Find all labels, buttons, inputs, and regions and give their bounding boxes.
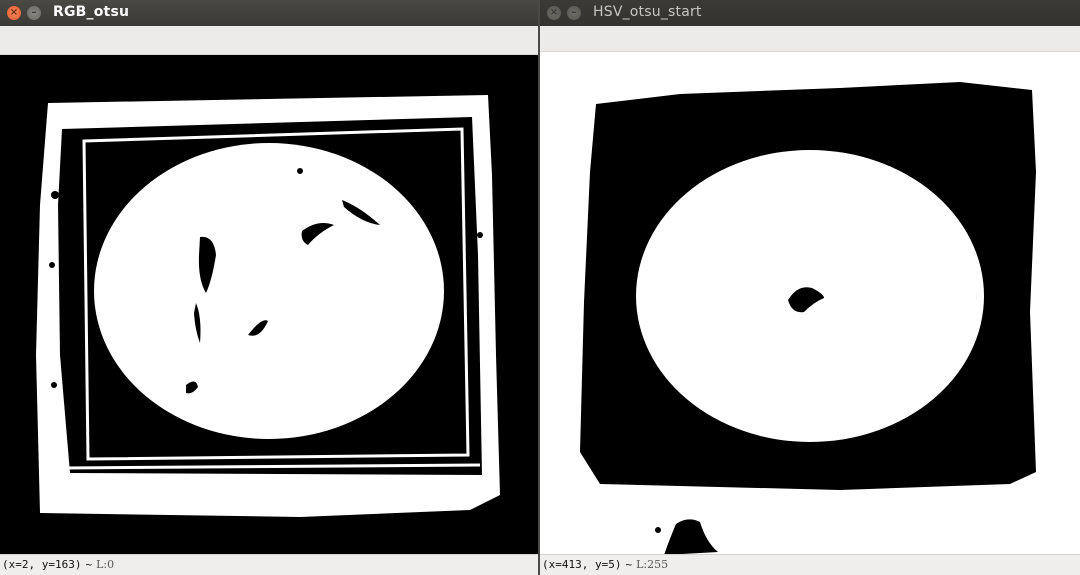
- image-canvas[interactable]: [540, 52, 1080, 555]
- window-title: HSV_otsu_start: [593, 4, 702, 20]
- rgb-otsu-mask-image: [0, 55, 538, 555]
- status-pixel-value: L:0: [96, 558, 115, 571]
- titlebar[interactable]: × – HSV_otsu_start: [540, 0, 1080, 26]
- window-rgb-otsu[interactable]: × – RGB_otsu (x=2, y=163) ~ L:0: [0, 0, 538, 575]
- toolbar: [0, 26, 538, 55]
- status-separator: ~: [85, 558, 93, 571]
- status-bar: (x=413, y=5) ~ L:255: [540, 554, 1080, 575]
- minimize-icon[interactable]: –: [567, 6, 581, 20]
- status-separator: ~: [625, 558, 633, 571]
- image-canvas[interactable]: [0, 55, 538, 555]
- minimize-icon[interactable]: –: [27, 6, 41, 20]
- hsv-otsu-mask-image: [540, 52, 1080, 555]
- titlebar[interactable]: × – RGB_otsu: [0, 0, 538, 26]
- toolbar: [540, 26, 1080, 52]
- close-icon[interactable]: ×: [547, 6, 561, 20]
- status-coords: (x=413, y=5): [542, 558, 622, 571]
- status-pixel-value: L:255: [636, 558, 669, 571]
- window-hsv-otsu-start[interactable]: × – HSV_otsu_start (x=413, y=5) ~ L:255: [540, 0, 1080, 575]
- window-title: RGB_otsu: [53, 4, 130, 20]
- status-bar: (x=2, y=163) ~ L:0: [0, 554, 538, 575]
- close-icon[interactable]: ×: [7, 6, 21, 20]
- status-coords: (x=2, y=163): [2, 558, 82, 571]
